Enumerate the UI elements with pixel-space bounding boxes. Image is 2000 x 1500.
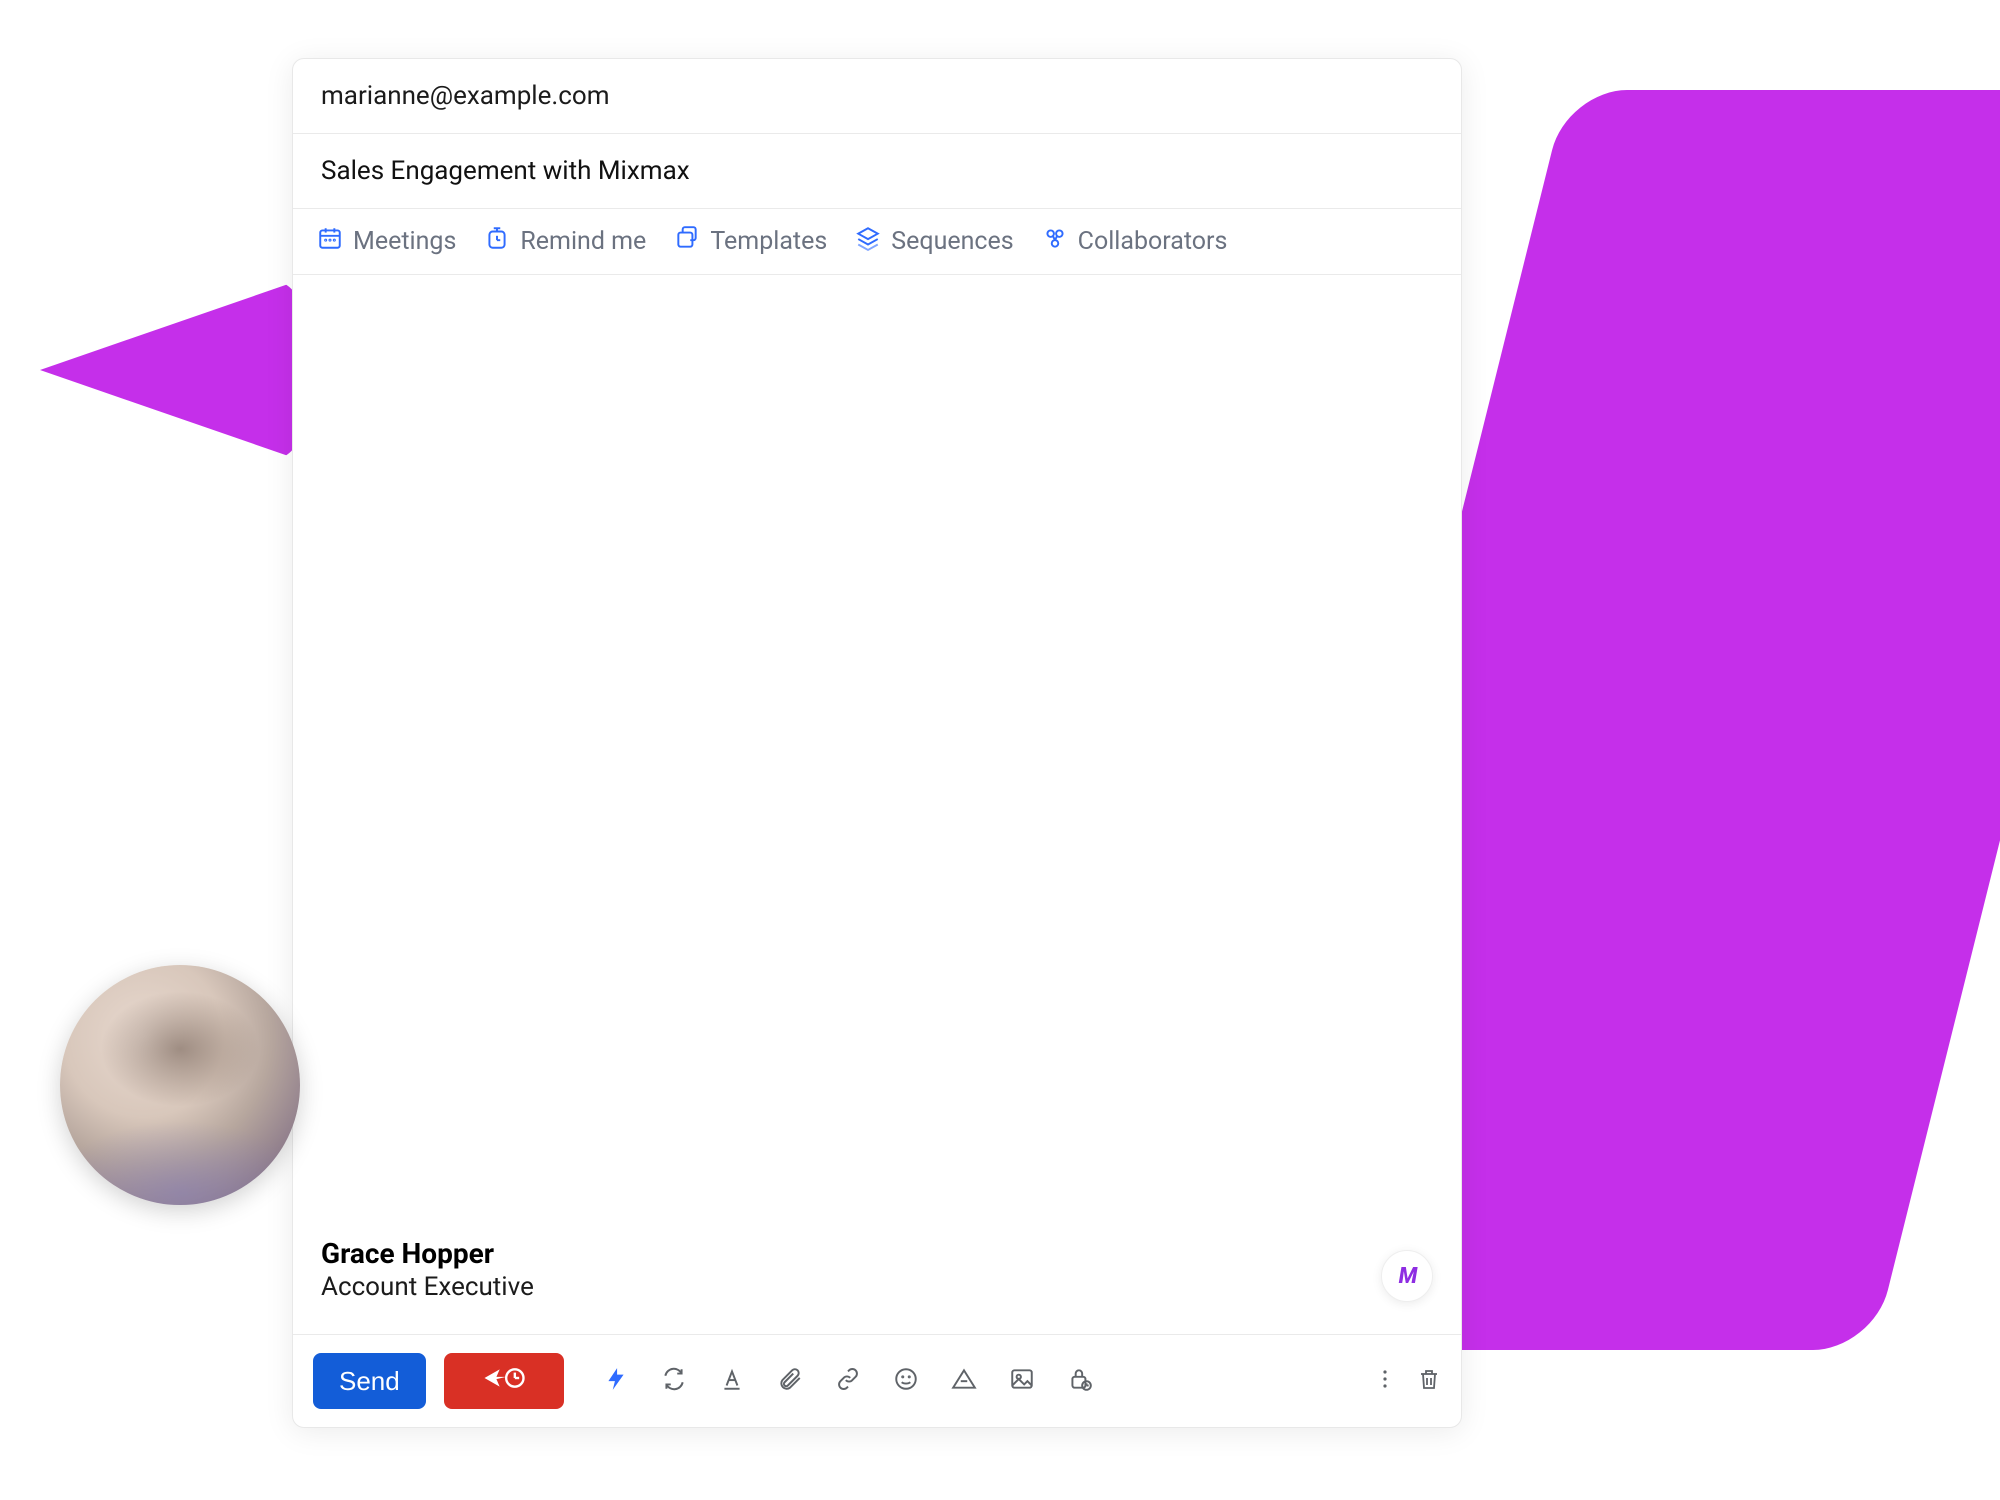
templates-icon [674,225,700,258]
emoji-icon [893,1366,919,1396]
sequences-icon [855,225,881,258]
enhance-button[interactable] [602,1367,630,1395]
signature-title: Account Executive [321,1272,534,1302]
to-input[interactable] [321,81,1433,111]
drive-icon [951,1366,977,1396]
avatar [60,965,300,1205]
send-label: Send [339,1366,400,1397]
link-button[interactable] [834,1367,862,1395]
sync-icon [661,1366,687,1396]
compose-footer: Send [293,1334,1461,1427]
decorative-shape-left [40,280,300,460]
stopwatch-icon [484,225,510,258]
more-options-button[interactable] [1373,1367,1397,1395]
attach-button[interactable] [776,1367,804,1395]
toolbar-label: Sequences [891,227,1013,256]
remind-me-button[interactable]: Remind me [484,225,646,258]
format-toolbar [602,1367,1094,1395]
text-format-icon [719,1366,745,1396]
sequences-button[interactable]: Sequences [855,225,1013,258]
subject-input[interactable] [321,156,1433,186]
collaborators-button[interactable]: Collaborators [1042,225,1228,258]
text-format-button[interactable] [718,1367,746,1395]
image-icon [1009,1366,1035,1396]
toolbar-label: Templates [710,227,827,256]
collaborators-icon [1042,225,1068,258]
image-button[interactable] [1008,1367,1036,1395]
send-later-button[interactable] [444,1353,564,1409]
toolbar-label: Meetings [353,227,456,256]
lock-clock-icon [1067,1366,1093,1396]
trash-icon [1417,1376,1441,1395]
send-button[interactable]: Send [313,1353,426,1409]
to-field-row[interactable] [293,59,1461,134]
paperclip-icon [777,1366,803,1396]
mixmax-toolbar: Meetings Remind me Templates Sequences C… [293,209,1461,275]
signature-name: Grace Hopper [321,1237,534,1270]
send-later-icon [482,1365,526,1398]
body-text[interactable] [321,299,1433,1237]
toolbar-label: Remind me [520,227,646,256]
undo-redo-button[interactable] [660,1367,688,1395]
mixmax-logo-icon: M [1399,1264,1416,1289]
toolbar-label: Collaborators [1078,227,1228,256]
mixmax-badge[interactable]: M [1381,1250,1433,1302]
subject-field-row[interactable] [293,134,1461,209]
drive-button[interactable] [950,1367,978,1395]
emoji-button[interactable] [892,1367,920,1395]
confidential-button[interactable] [1066,1367,1094,1395]
signature-block: Grace Hopper Account Executive M [321,1237,1433,1310]
templates-button[interactable]: Templates [674,225,827,258]
compose-window: Meetings Remind me Templates Sequences C… [292,58,1462,1428]
email-body[interactable]: Grace Hopper Account Executive M [293,275,1461,1334]
bolt-icon [603,1366,629,1396]
discard-button[interactable] [1417,1367,1441,1395]
calendar-icon [317,225,343,258]
kebab-icon [1373,1376,1397,1395]
meetings-button[interactable]: Meetings [317,225,456,258]
link-icon [835,1366,861,1396]
